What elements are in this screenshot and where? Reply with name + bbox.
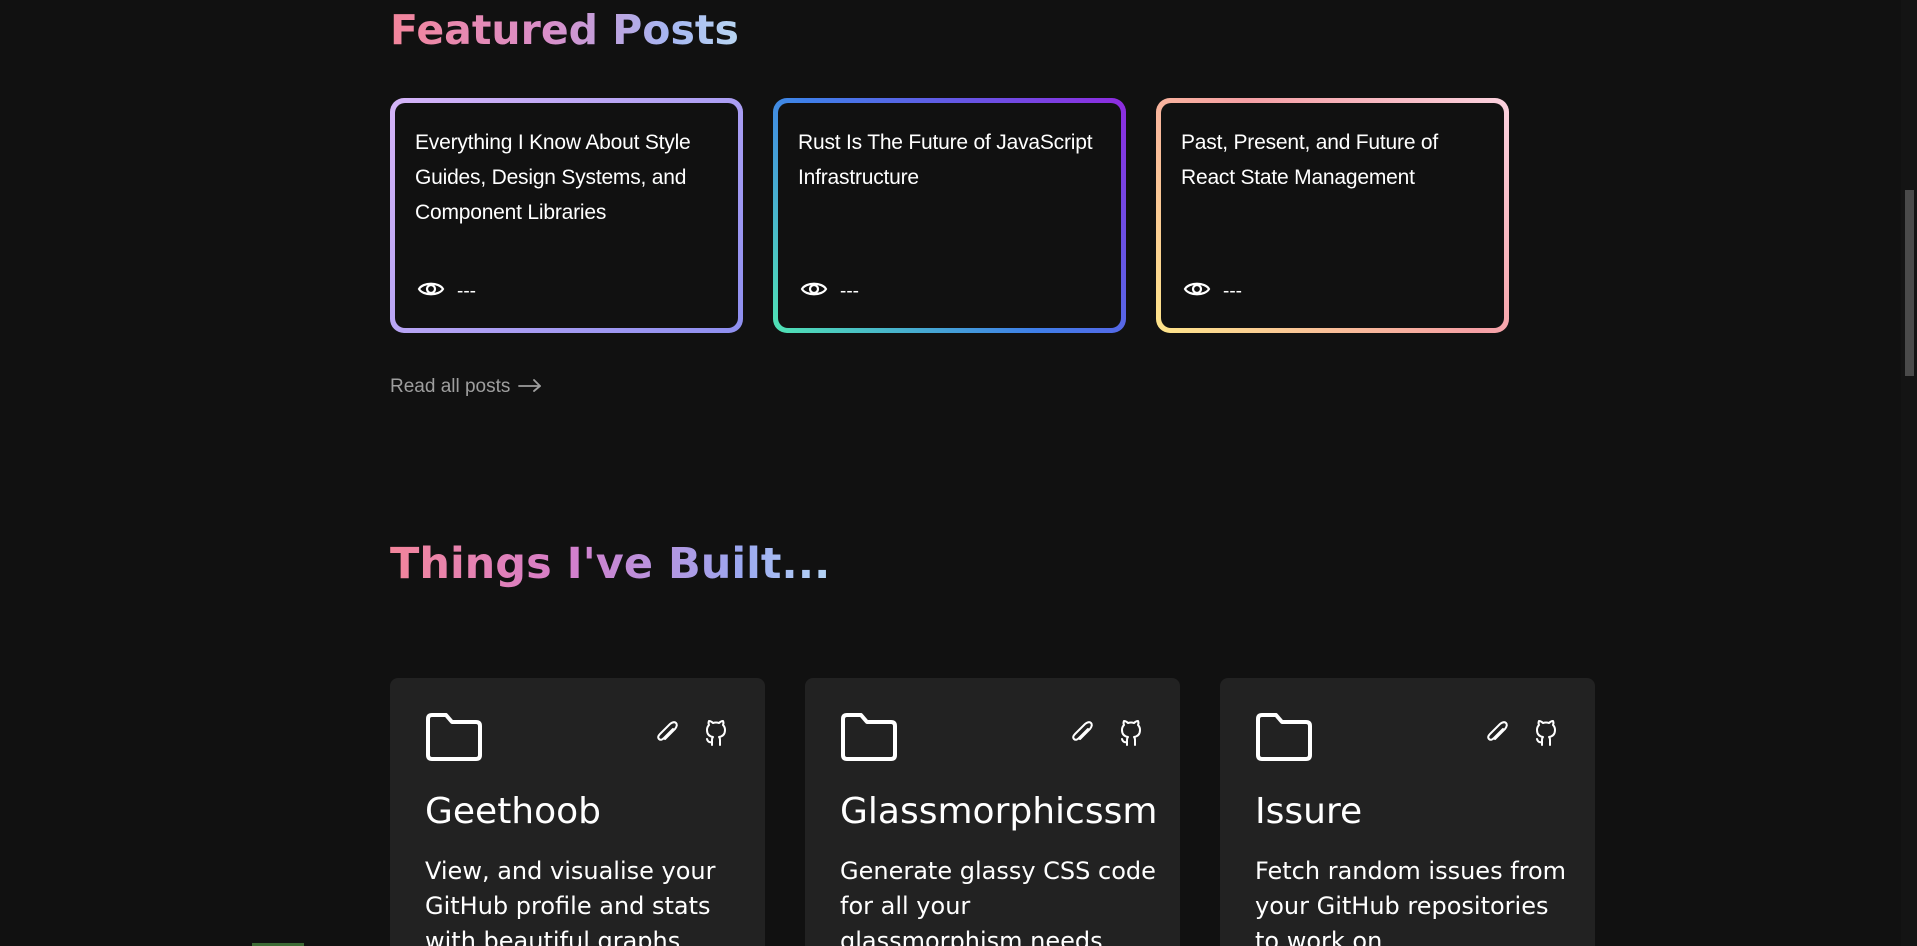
post-views: --- <box>1183 278 1242 306</box>
project-name: Issure <box>1255 791 1363 832</box>
project-actions <box>1481 718 1561 748</box>
project-actions <box>651 718 731 748</box>
page: Featured Posts Everything I Know About S… <box>0 0 1917 946</box>
project-card-header <box>425 712 731 768</box>
views-count: --- <box>1223 281 1242 302</box>
post-card[interactable]: Everything I Know About Style Guides, De… <box>390 98 743 333</box>
paperclip-icon[interactable] <box>651 718 681 748</box>
post-card-inner: Everything I Know About Style Guides, De… <box>395 103 738 328</box>
paperclip-icon[interactable] <box>1481 718 1511 748</box>
post-views: --- <box>800 278 859 306</box>
arrow-right-icon <box>518 376 542 398</box>
github-icon[interactable] <box>701 718 731 748</box>
project-card-header <box>1255 712 1561 768</box>
github-icon[interactable] <box>1531 718 1561 748</box>
views-count: --- <box>457 281 476 302</box>
folder-icon <box>425 712 483 767</box>
post-card[interactable]: Rust Is The Future of JavaScript Infrast… <box>773 98 1126 333</box>
project-card: Geethoob View, and visualise your GitHub… <box>390 678 765 946</box>
scrollbar-thumb[interactable] <box>1905 190 1914 376</box>
project-card: Issure Fetch random issues from your Git… <box>1220 678 1595 946</box>
project-description: View, and visualise your GitHub profile … <box>425 857 716 946</box>
eye-icon <box>1183 278 1211 306</box>
post-card[interactable]: Past, Present, and Future of React State… <box>1156 98 1509 333</box>
project-actions <box>1066 718 1146 748</box>
project-card: Glassmorphicssm Generate glassy CSS code… <box>805 678 1180 946</box>
read-all-posts-link[interactable]: Read all posts <box>390 376 542 398</box>
post-title: Everything I Know About Style Guides, De… <box>415 131 691 224</box>
folder-icon <box>1255 712 1313 767</box>
post-card-inner: Past, Present, and Future of React State… <box>1161 103 1504 328</box>
folder-icon <box>840 712 898 767</box>
featured-posts-heading: Featured Posts <box>390 2 739 58</box>
project-description: Fetch random issues from your GitHub rep… <box>1255 857 1567 946</box>
project-card-header <box>840 712 1146 768</box>
page-scrollbar[interactable] <box>1901 0 1917 946</box>
post-title: Past, Present, and Future of React State… <box>1181 131 1439 189</box>
post-title: Rust Is The Future of JavaScript Infrast… <box>798 131 1093 189</box>
views-count: --- <box>840 281 859 302</box>
project-name: Geethoob <box>425 791 602 832</box>
post-card-inner: Rust Is The Future of JavaScript Infrast… <box>778 103 1121 328</box>
eye-icon <box>800 278 828 306</box>
post-views: --- <box>417 278 476 306</box>
read-all-posts-label: Read all posts <box>390 376 511 397</box>
eye-icon <box>417 278 445 306</box>
github-icon[interactable] <box>1116 718 1146 748</box>
project-description: Generate glassy CSS code for all your gl… <box>840 857 1156 946</box>
things-built-heading: Things I've Built... <box>390 535 830 593</box>
paperclip-icon[interactable] <box>1066 718 1096 748</box>
project-name: Glassmorphicssm <box>840 791 1158 832</box>
